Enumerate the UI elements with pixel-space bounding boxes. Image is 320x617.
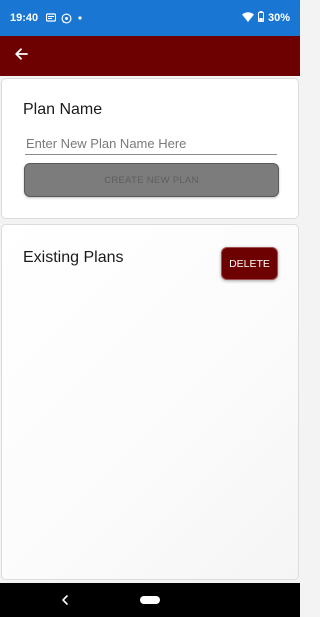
nav-back-icon[interactable] <box>60 592 70 608</box>
create-new-plan-button[interactable]: CREATE NEW PLAN <box>24 163 279 197</box>
system-nav-bar <box>0 583 300 617</box>
status-bar: 19:40 30% <box>0 0 300 36</box>
battery-icon <box>257 11 264 25</box>
status-time: 19:40 <box>10 12 39 24</box>
message-icon <box>46 13 57 23</box>
plan-name-card: Plan Name CREATE NEW PLAN <box>1 78 299 219</box>
battery-percent: 30% <box>267 12 290 24</box>
notification-icons <box>46 13 83 24</box>
plan-name-label: Plan Name <box>23 101 103 118</box>
plan-name-input[interactable] <box>25 133 277 155</box>
back-button[interactable] <box>12 47 30 65</box>
existing-plans-label: Existing Plans <box>23 249 124 266</box>
nav-home-pill-icon[interactable] <box>140 596 160 604</box>
app-bar <box>0 36 300 76</box>
status-right: 30% <box>241 11 290 25</box>
wifi-icon <box>241 11 254 25</box>
delete-button[interactable]: DELETE <box>221 247 278 280</box>
existing-plans-card: Existing Plans DELETE <box>1 224 299 580</box>
arrow-left-icon <box>14 47 28 66</box>
dot-icon <box>77 15 83 21</box>
whatsapp-icon <box>61 13 72 24</box>
